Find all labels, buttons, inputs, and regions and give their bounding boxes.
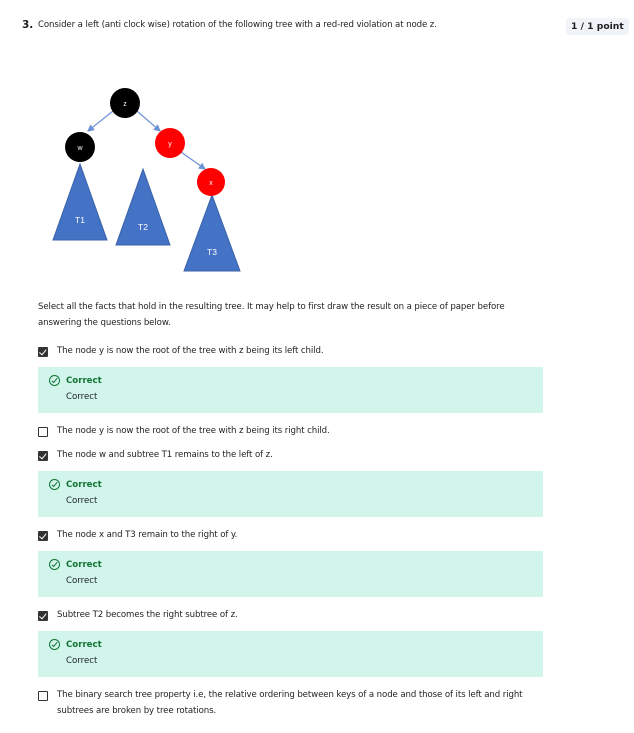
option-3-checkbox[interactable] [38, 451, 48, 461]
feedback-text: Correct [66, 392, 98, 402]
option-1-checkbox[interactable] [38, 347, 48, 357]
check-circle-icon [49, 479, 60, 490]
edge-y-x [180, 151, 206, 170]
node-z-label: z [123, 101, 127, 108]
node-y-label: y [168, 141, 172, 148]
subtree-t2-triangle [115, 167, 171, 246]
edge-z-w [87, 110, 114, 132]
subtree-t1-label: T1 [75, 215, 85, 225]
subtree-t1-triangle [52, 162, 108, 241]
feedback-title: Correct [66, 639, 102, 650]
option-1-label: The node y is now the root of the tree w… [57, 346, 324, 356]
feedback-title: Correct [66, 375, 102, 386]
option-6-checkbox[interactable] [38, 691, 48, 701]
node-x-label: x [209, 180, 213, 187]
check-circle-icon [49, 375, 60, 386]
option-3[interactable]: The node w and subtree T1 remains to the… [38, 450, 273, 463]
option-3-label: The node w and subtree T1 remains to the… [57, 450, 273, 460]
feedback-text: Correct [66, 656, 98, 666]
feedback-title: Correct [66, 559, 102, 570]
tree-diagram: T1 T2 T3 z w y x [52, 88, 241, 272]
option-1-feedback: Correct Correct [38, 367, 543, 413]
feedback-title: Correct [66, 479, 102, 490]
feedback-text: Correct [66, 496, 98, 506]
check-circle-icon [49, 639, 60, 650]
option-3-feedback: Correct Correct [38, 471, 543, 517]
option-6-label: The binary search tree property i.e, the… [57, 690, 523, 716]
option-5-label: Subtree T2 becomes the right subtree of … [57, 610, 238, 620]
subtree-t2-label: T2 [138, 222, 148, 232]
option-6[interactable]: The binary search tree property i.e, the… [38, 690, 538, 719]
option-5[interactable]: Subtree T2 becomes the right subtree of … [38, 610, 238, 623]
edge-z-y [136, 110, 161, 132]
option-5-feedback: Correct Correct [38, 631, 543, 677]
option-4-label: The node x and T3 remain to the right of… [57, 530, 238, 540]
option-1[interactable]: The node y is now the root of the tree w… [38, 346, 324, 359]
subtree-t3-label: T3 [207, 247, 217, 257]
option-5-checkbox[interactable] [38, 611, 48, 621]
feedback-text: Correct [66, 576, 98, 586]
subtree-t3-triangle [183, 193, 241, 272]
question-prompt: Select all the facts that hold in the re… [38, 302, 505, 328]
option-4-feedback: Correct Correct [38, 551, 543, 597]
option-4[interactable]: The node x and T3 remain to the right of… [38, 530, 237, 543]
check-circle-icon [49, 559, 60, 570]
option-4-checkbox[interactable] [38, 531, 48, 541]
option-2-checkbox[interactable] [38, 427, 48, 437]
node-w-label: w [76, 145, 83, 152]
option-2[interactable]: The node y is now the root of the tree w… [38, 426, 330, 439]
option-2-label: The node y is now the root of the tree w… [57, 426, 330, 436]
